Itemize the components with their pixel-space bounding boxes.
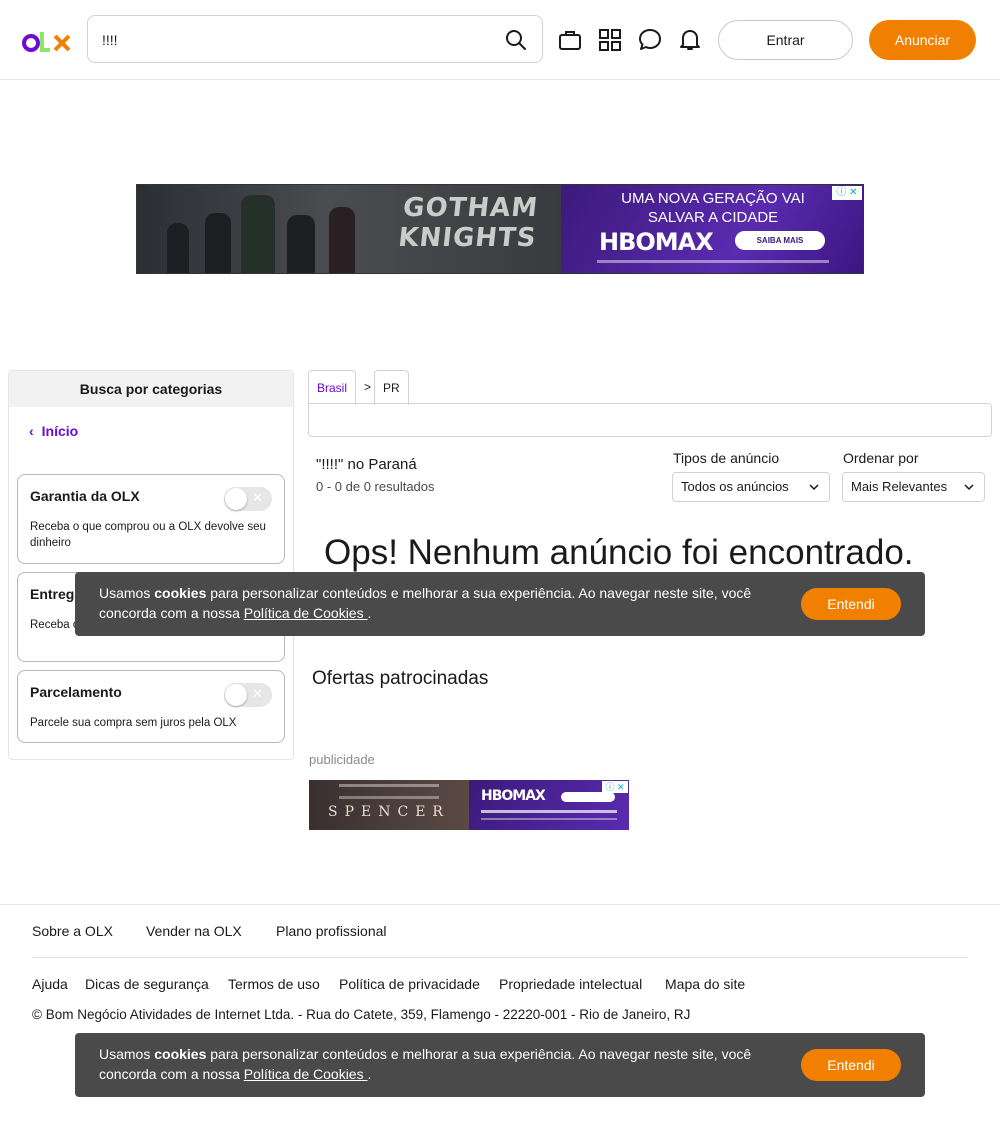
filter-bar	[308, 403, 992, 437]
cookie-policy-link[interactable]: Política de Cookies	[244, 605, 368, 621]
cookie-banner: Usamos cookies para personalizar conteúd…	[75, 1033, 925, 1097]
footer-link-sobre[interactable]: Sobre a OLX	[32, 923, 113, 939]
footer-link-plano[interactable]: Plano profissional	[276, 923, 387, 939]
results-title: "!!!!" no Paraná	[316, 456, 417, 473]
ad-cta-button[interactable]	[561, 792, 615, 802]
sidebar-title: Busca por categorias	[9, 371, 293, 407]
grid-icon[interactable]	[597, 27, 623, 53]
ad-image-left: SPENCER	[309, 780, 469, 830]
empty-results-message: Ops! Nenhum anúncio foi encontrado.	[324, 533, 914, 572]
filter-description: Receba o que comprou ou a OLX devolve se…	[30, 521, 266, 549]
ad-cta-button[interactable]: SAIBA MAIS	[735, 231, 825, 250]
ad-brand: HBOMAX	[599, 228, 714, 256]
top-banner-ad[interactable]: GOTHAM KNIGHTS UMA NOVA GERAÇÃO VAI SALVA…	[136, 184, 864, 274]
adchoices-icon[interactable]: ⓘ ✕	[832, 186, 862, 200]
filter-title: Garantia da OLX	[30, 488, 140, 504]
ad-text-right: UMA NOVA GERAÇÃO VAI SALVAR A CIDADE HBO…	[561, 185, 863, 273]
footer-link-propriedade[interactable]: Propriedade intelectual	[499, 976, 642, 992]
ad-type-select[interactable]: Todos os anúncios	[672, 472, 830, 502]
search-icon[interactable]	[504, 28, 528, 52]
search-input[interactable]	[102, 26, 492, 54]
footer-link-vender[interactable]: Vender na OLX	[146, 923, 242, 939]
adchoices-icon[interactable]: ⓘ ✕	[602, 781, 628, 793]
breadcrumb-separator: >	[364, 380, 372, 394]
sort-label: Ordenar por	[843, 450, 919, 466]
cookie-text: Usamos cookies para personalizar conteúd…	[99, 1046, 752, 1082]
sort-select[interactable]: Mais Relevantes	[842, 472, 985, 502]
chevron-down-icon	[809, 484, 819, 491]
parcelamento-toggle[interactable]: ✕	[224, 683, 272, 707]
ad-brand: HBOMAX	[481, 788, 546, 804]
cookie-accept-button[interactable]: Entendi	[801, 1049, 901, 1081]
ad-type-label: Tipos de anúncio	[673, 450, 780, 466]
cookie-policy-link[interactable]: Política de Cookies	[244, 1066, 368, 1082]
bell-icon[interactable]	[677, 27, 703, 53]
close-icon: ✕	[252, 490, 263, 505]
results-count: 0 - 0 de 0 resultados	[316, 479, 435, 494]
cookie-accept-button[interactable]: Entendi	[801, 588, 901, 620]
ad-artwork-title: SPENCER	[328, 804, 450, 820]
ad-image-left: GOTHAM KNIGHTS	[137, 185, 561, 273]
bottom-banner-ad[interactable]: SPENCER HBOMAX ⓘ ✕	[309, 780, 629, 830]
olx-logo[interactable]	[22, 26, 74, 54]
chevron-left-icon: ‹	[29, 423, 34, 439]
post-ad-button[interactable]: Anunciar	[869, 20, 976, 60]
footer-link-privacidade[interactable]: Política de privacidade	[339, 976, 480, 992]
ad-fine-print	[597, 260, 829, 263]
sponsored-title: Ofertas patrocinadas	[312, 668, 489, 689]
login-button[interactable]: Entrar	[718, 20, 853, 60]
footer-link-mapa[interactable]: Mapa do site	[665, 976, 745, 992]
breadcrumb-pr[interactable]: PR	[374, 370, 409, 405]
cookie-banner: Usamos cookies para personalizar conteúd…	[75, 572, 925, 636]
briefcase-icon[interactable]	[557, 27, 583, 53]
footer-copyright: © Bom Negócio Atividades de Internet Ltd…	[32, 1007, 691, 1022]
footer-link-termos[interactable]: Termos de uso	[228, 976, 320, 992]
filter-description: Parcele sua compra sem juros pela OLX	[30, 717, 237, 729]
footer-divider	[32, 957, 968, 958]
publicidade-label: publicidade	[309, 752, 375, 767]
filter-title: Parcelamento	[30, 684, 122, 700]
category-sidebar: Busca por categorias ‹ Início Garantia da…	[8, 370, 294, 760]
footer-link-dicas[interactable]: Dicas de segurança	[85, 976, 209, 992]
search-box	[87, 15, 543, 63]
filter-card-parcelamento: Parcelamento ✕ Parcele sua compra sem ju…	[17, 670, 285, 743]
ad-artwork-title: GOTHAM KNIGHTS	[396, 193, 540, 253]
filter-card-garantia: Garantia da OLX ✕ Receba o que comprou o…	[17, 474, 285, 564]
breadcrumb-brasil[interactable]: Brasil	[308, 370, 357, 404]
cookie-text: Usamos cookies para personalizar conteúd…	[99, 585, 752, 621]
sidebar-home-link[interactable]: ‹ Início	[29, 423, 78, 439]
chat-icon[interactable]	[637, 27, 663, 53]
garantia-toggle[interactable]: ✕	[224, 487, 272, 511]
ad-headline: UMA NOVA GERAÇÃO VAI SALVAR A CIDADE	[621, 190, 805, 226]
chevron-down-icon	[964, 484, 974, 491]
close-icon: ✕	[252, 686, 263, 701]
header: Entrar Anunciar	[0, 0, 1000, 80]
footer-link-ajuda[interactable]: Ajuda	[32, 976, 68, 992]
